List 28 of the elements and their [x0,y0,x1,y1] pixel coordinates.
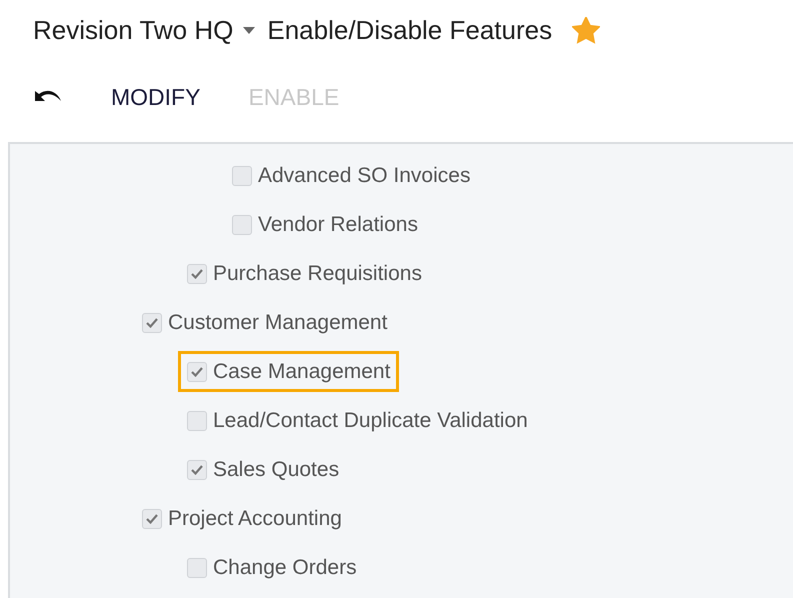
checkbox[interactable] [187,410,207,430]
checkbox[interactable] [187,362,207,382]
checkbox[interactable] [187,460,207,480]
checkbox[interactable] [142,508,162,528]
feature-item[interactable]: Vendor Relations [223,204,427,246]
company-name[interactable]: Revision Two HQ [33,10,234,50]
check-icon [146,514,158,524]
feature-item[interactable]: Customer Management [133,302,396,344]
checkbox[interactable] [142,312,162,332]
feature-item[interactable]: Case Management [178,350,400,392]
feature-item[interactable]: Advanced SO Invoices [223,154,480,196]
caret-icon[interactable] [243,26,256,34]
feature-item[interactable]: Project Accounting [133,498,351,540]
page-title: Enable/Disable Features [267,14,552,46]
feature-item[interactable]: Change Orders [178,546,366,588]
feature-item[interactable]: Purchase Requisitions [178,252,431,294]
feature-item[interactable]: Sales Quotes [178,448,348,490]
checkbox[interactable] [187,558,207,578]
check-icon [146,318,158,328]
star-icon[interactable] [572,16,600,44]
check-icon [191,366,203,376]
feature-item[interactable]: Lead/Contact Duplicate Validation [178,400,537,442]
checkbox[interactable] [187,264,207,284]
check-icon [191,464,203,474]
modify-button[interactable]: MODIFY [111,80,200,114]
checkbox[interactable] [232,214,252,234]
check-icon [191,268,203,278]
checkbox[interactable] [232,166,252,186]
